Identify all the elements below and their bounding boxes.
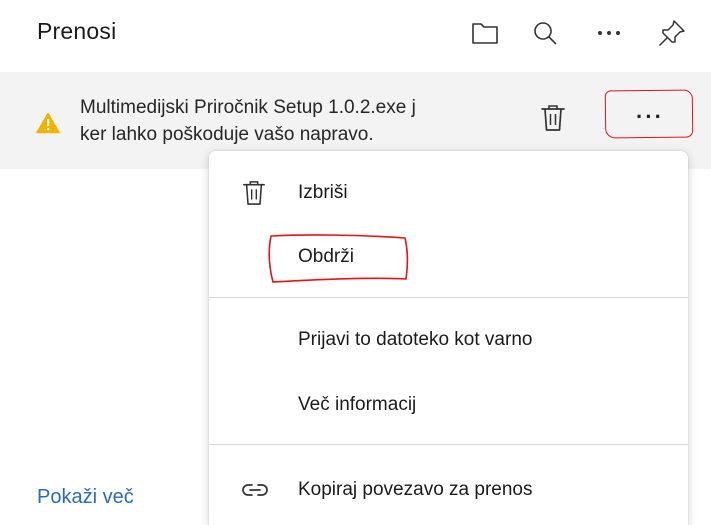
downloads-panel: Prenosi Multimedijski Priročnik Setup 1.… — [0, 0, 711, 525]
download-more-button[interactable]: ··· — [610, 90, 690, 140]
download-description: Multimedijski Priročnik Setup 1.0.2.exe … — [80, 94, 508, 154]
warning-icon — [36, 112, 60, 139]
download-filename: Multimedijski Priročnik Setup 1.0.2.exe … — [80, 97, 416, 118]
more-dots-icon: ··· — [636, 104, 664, 129]
delete-download-button[interactable] — [537, 100, 569, 136]
search-icon[interactable] — [528, 14, 562, 52]
menu-separator — [209, 444, 688, 445]
downloads-header: Prenosi — [0, 0, 711, 70]
trash-icon — [242, 179, 266, 207]
menu-item-label: Prijavi to datoteko kot varno — [298, 329, 533, 350]
menu-item-keep[interactable]: Obdrži — [209, 230, 688, 284]
menu-item-more-info[interactable]: Več informacij — [209, 378, 688, 432]
menu-item-label: Kopiraj povezavo za prenos — [298, 479, 533, 500]
more-options-icon[interactable] — [592, 14, 626, 52]
context-menu: Izbriši Obdrži Prijavi to datoteko kot v… — [209, 151, 688, 525]
menu-item-copy-link[interactable]: Kopiraj povezavo za prenos — [209, 463, 688, 517]
menu-item-label: Izbriši — [298, 182, 348, 203]
folder-icon[interactable] — [468, 14, 502, 52]
trash-icon — [541, 105, 565, 131]
page-title: Prenosi — [37, 18, 117, 44]
download-warning-text: ker lahko poškoduje vašo napravo. — [80, 124, 374, 145]
show-more-link[interactable]: Pokaži več — [37, 486, 134, 509]
menu-item-label: Več informacij — [298, 394, 417, 415]
menu-item-label: Obdrži — [298, 246, 354, 267]
pin-icon[interactable] — [655, 14, 689, 52]
link-icon — [242, 483, 268, 497]
menu-item-report-safe[interactable]: Prijavi to datoteko kot varno — [209, 313, 688, 367]
menu-separator — [209, 297, 688, 298]
menu-item-delete[interactable]: Izbriši — [209, 166, 688, 220]
